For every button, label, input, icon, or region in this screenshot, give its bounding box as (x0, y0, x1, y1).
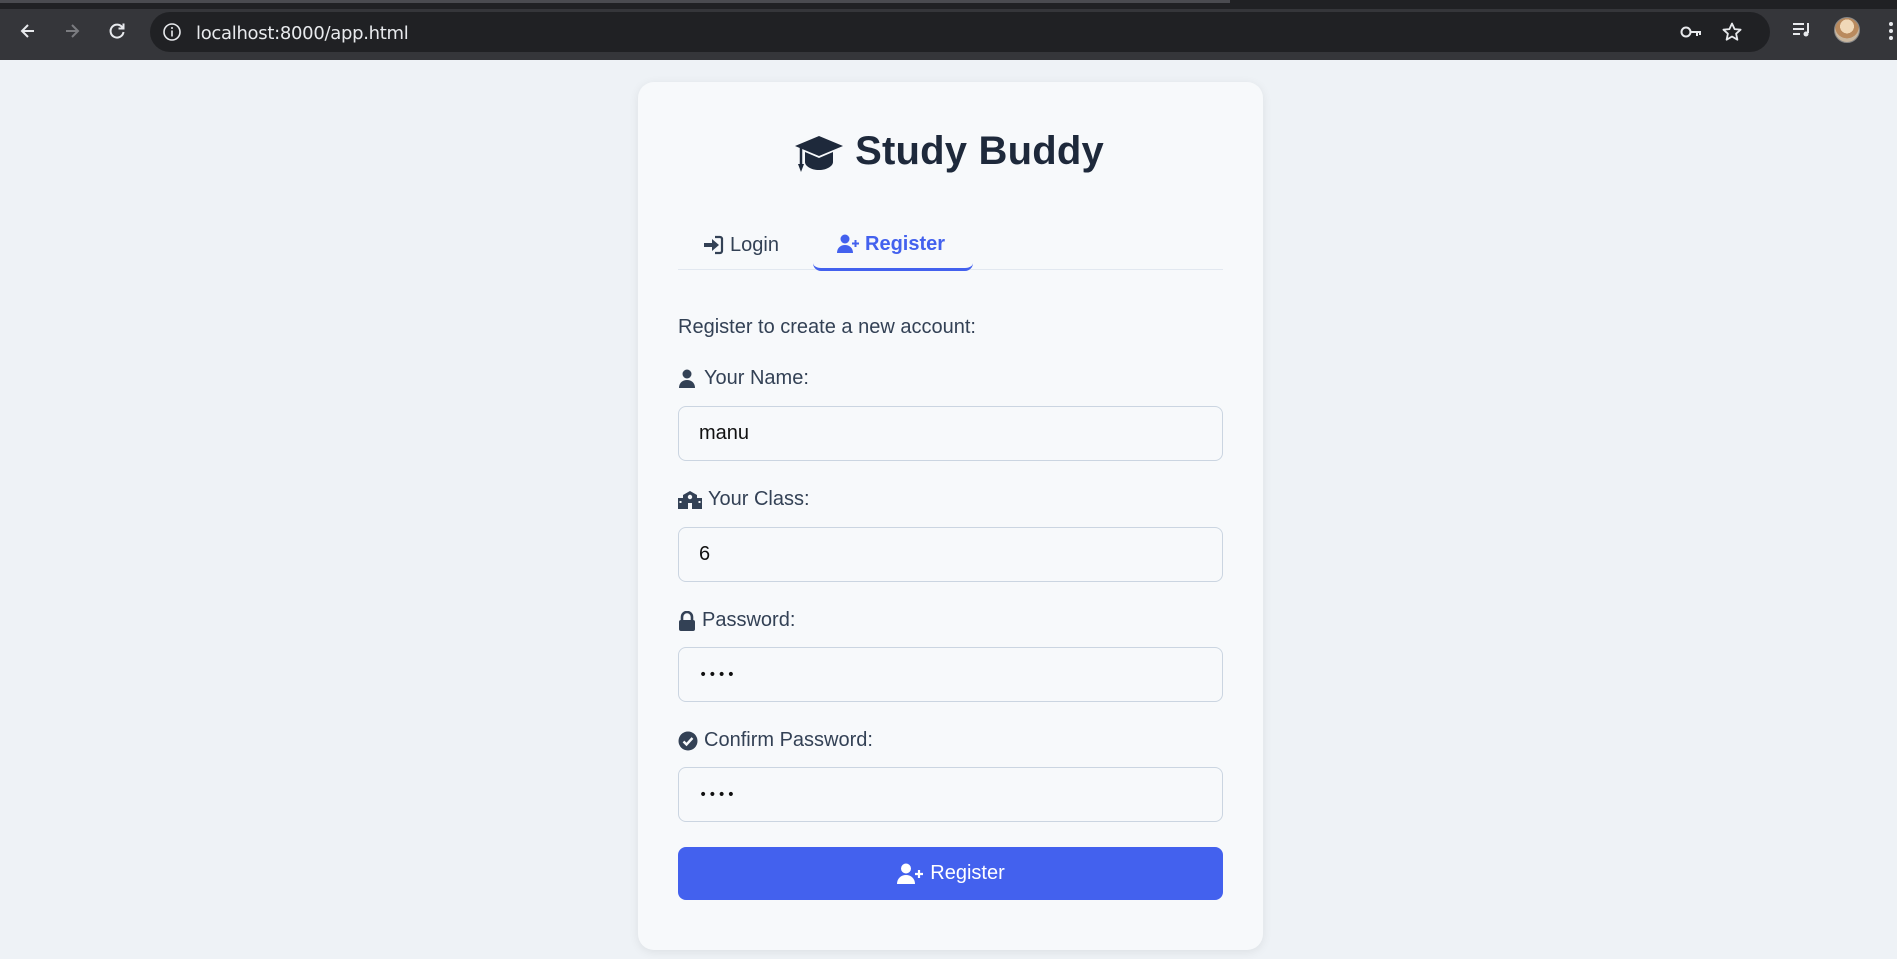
browser-toolbar: localhost:8000/app.html (0, 0, 1897, 60)
register-button[interactable]: Register (678, 847, 1223, 900)
forward-button[interactable] (57, 16, 87, 46)
app-header: Study Buddy (0, 126, 1897, 176)
user-plus-icon (897, 863, 924, 884)
app-title: Study Buddy (855, 128, 1104, 173)
register-button-label: Register (930, 862, 1005, 884)
media-controls-icon[interactable] (1791, 20, 1813, 40)
auth-tabs: Login Register (678, 220, 1223, 271)
password-label-text: Password: (702, 609, 796, 631)
password-key-icon[interactable] (1679, 22, 1703, 42)
confirm-password-label: Confirm Password: (678, 729, 873, 752)
class-label: Your Class: (678, 488, 810, 511)
tab-strip (0, 0, 1897, 9)
name-label: Your Name: (678, 367, 809, 390)
user-icon (679, 369, 695, 388)
profile-avatar[interactable] (1834, 17, 1860, 43)
tab-login[interactable]: Login (702, 220, 779, 270)
password-label: Password: (678, 609, 795, 632)
kebab-menu-icon[interactable] (1888, 20, 1894, 42)
class-input[interactable] (678, 527, 1223, 582)
bookmark-star-icon[interactable] (1721, 21, 1743, 43)
confirm-password-input[interactable] (678, 767, 1223, 822)
url-text[interactable]: localhost:8000/app.html (196, 23, 409, 44)
reload-button[interactable] (102, 16, 132, 46)
tab-strip-active-segment (0, 0, 1230, 3)
sign-in-icon (704, 235, 724, 255)
name-input[interactable] (678, 406, 1223, 461)
check-circle-icon (678, 731, 698, 750)
lock-icon (679, 610, 695, 631)
back-button[interactable] (13, 16, 43, 46)
address-bar[interactable]: localhost:8000/app.html (150, 12, 1770, 52)
arrow-left-icon (20, 24, 34, 38)
password-input[interactable] (678, 647, 1223, 702)
class-label-text: Your Class: (708, 488, 810, 510)
tab-register-label: Register (865, 232, 946, 255)
school-icon (678, 490, 702, 509)
user-plus-icon (837, 234, 859, 253)
tab-register[interactable]: Register (813, 220, 973, 271)
info-icon[interactable] (162, 22, 182, 42)
reload-icon (109, 23, 125, 39)
tab-login-label: Login (730, 233, 779, 256)
arrow-right-icon (66, 24, 80, 38)
graduation-cap-icon (795, 136, 844, 172)
name-label-text: Your Name: (704, 367, 809, 389)
confirm-password-label-text: Confirm Password: (704, 729, 873, 751)
form-intro-text: Register to create a new account: (678, 316, 976, 338)
